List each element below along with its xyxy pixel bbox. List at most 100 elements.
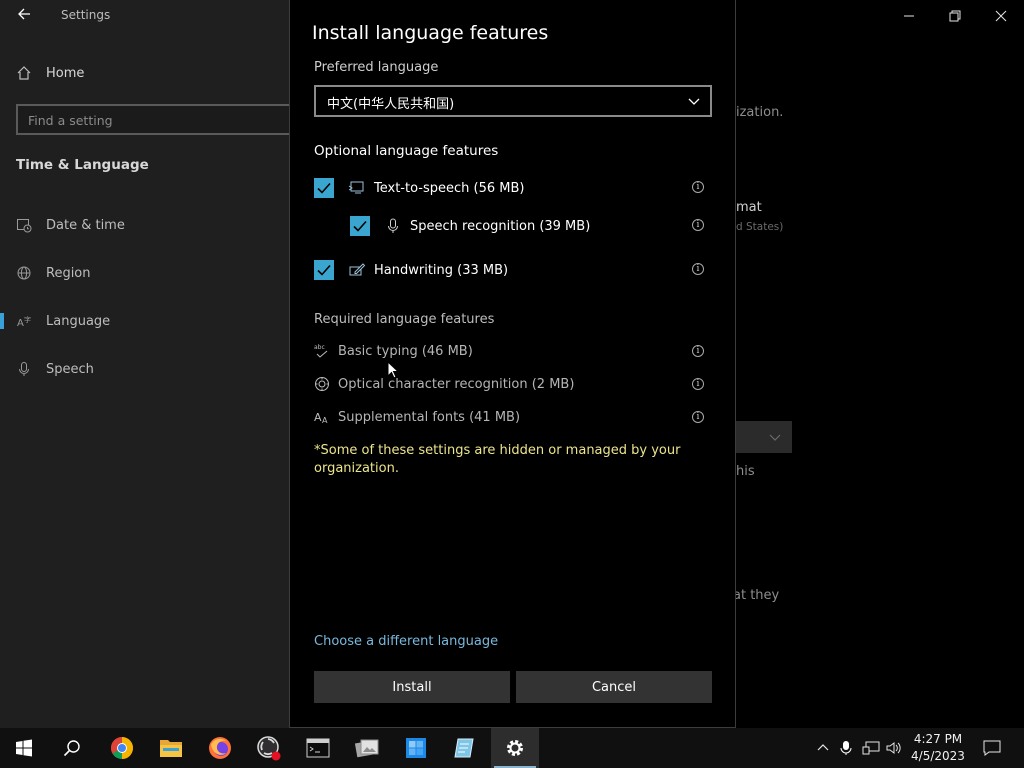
feature-label: Speech recognition (39 MB) [410, 218, 591, 234]
settings-sidebar: Settings Home Time & Language Date & tim… [0, 0, 306, 728]
search-icon [63, 740, 80, 757]
required-label: Optical character recognition (2 MB) [338, 376, 575, 392]
terminal-icon [306, 738, 330, 758]
handwriting-checkbox[interactable] [314, 260, 334, 280]
nav-date-time[interactable]: Date & time [0, 210, 289, 240]
nav-language[interactable]: A字 Language [0, 306, 289, 336]
calendar-clock-icon [16, 217, 32, 233]
notepad-icon [454, 738, 474, 758]
taskbar-notepad[interactable] [441, 728, 489, 768]
choose-different-language-link[interactable]: Choose a different language [314, 634, 498, 649]
ocr-icon [314, 376, 330, 392]
taskbar-file-explorer[interactable] [147, 728, 195, 768]
install-language-features-dialog: Install language features Preferred lang… [289, 0, 736, 728]
managed-settings-note: *Some of these settings are hidden or ma… [314, 443, 681, 476]
svg-text:字: 字 [24, 315, 31, 324]
network-icon [862, 741, 880, 755]
preferred-language-value: 中文(中华人民共和国) [327, 97, 455, 112]
chevron-down-icon [769, 434, 781, 441]
find-setting-input[interactable] [28, 111, 268, 129]
nav-speech[interactable]: Speech [0, 354, 289, 384]
bg-text-states: d States) [736, 221, 784, 233]
feature-label: Handwriting (33 MB) [374, 262, 509, 278]
microphone-icon [384, 217, 402, 235]
tray-volume[interactable] [884, 728, 904, 768]
language-icon: A字 [16, 313, 32, 329]
checkmark-icon [317, 264, 331, 276]
section-title: Time & Language [16, 157, 149, 173]
info-icon[interactable]: i [692, 181, 704, 193]
taskbar-image-viewer[interactable] [343, 728, 391, 768]
feature-handwriting: Handwriting (33 MB) [314, 258, 508, 282]
microphone-icon [16, 361, 32, 377]
restore-button[interactable] [932, 0, 978, 32]
preferred-language-select[interactable]: 中文(中华人民共和国) [314, 85, 712, 117]
cancel-button[interactable]: Cancel [516, 671, 712, 703]
required-label: Supplemental fonts (41 MB) [338, 409, 521, 425]
taskbar-search-button[interactable] [48, 728, 96, 768]
taskbar-obs[interactable] [245, 728, 293, 768]
taskbar-chrome[interactable] [98, 728, 146, 768]
window-title: Settings [61, 8, 111, 22]
settings-icon [507, 740, 523, 756]
find-setting-box[interactable] [16, 104, 306, 135]
minimize-button[interactable] [886, 0, 932, 32]
windows-store-icon [406, 738, 426, 758]
nav-label: Region [46, 265, 91, 281]
taskbar-clock[interactable]: 4:27 PM 4/5/2023 [906, 731, 970, 765]
nav-home[interactable]: Home [16, 62, 84, 84]
close-button[interactable] [978, 0, 1024, 32]
taskbar: 4:27 PM 4/5/2023 [0, 728, 1024, 768]
action-center-button[interactable] [978, 728, 1006, 768]
tray-network[interactable] [860, 728, 882, 768]
back-button[interactable] [12, 4, 36, 28]
taskbar-settings[interactable] [491, 728, 539, 768]
svg-text:A: A [17, 318, 24, 329]
nav-region[interactable]: Region [0, 258, 289, 288]
mouse-cursor-icon [387, 361, 399, 379]
chrome-icon [111, 737, 133, 759]
taskbar-firefox[interactable] [196, 728, 244, 768]
chevron-down-icon [688, 98, 700, 105]
bg-text-organization: ization. [736, 105, 784, 120]
tray-microphone[interactable] [836, 728, 856, 768]
optional-features-heading: Optional language features [314, 143, 499, 159]
info-icon[interactable]: i [692, 263, 704, 275]
start-icon [16, 739, 32, 757]
info-icon[interactable]: i [692, 378, 704, 390]
show-hidden-icons-button[interactable] [812, 728, 834, 768]
close-icon [995, 10, 1007, 22]
required-features-heading: Required language features [314, 312, 495, 327]
info-icon[interactable]: i [692, 411, 704, 423]
taskbar-terminal[interactable] [294, 728, 342, 768]
text-to-speech-checkbox[interactable] [314, 178, 334, 198]
preferred-language-label: Preferred language [314, 60, 439, 75]
checkmark-icon [353, 220, 367, 232]
feature-speech-recognition: Speech recognition (39 MB) [350, 214, 590, 238]
nav-label: Date & time [46, 217, 125, 233]
restore-icon [949, 10, 961, 22]
back-arrow-icon [18, 8, 30, 20]
dialog-title: Install language features [312, 22, 549, 44]
info-icon[interactable]: i [692, 219, 704, 231]
required-supplemental-fonts: AA Supplemental fonts (41 MB) [314, 407, 520, 427]
globe-icon [16, 265, 32, 281]
info-icon[interactable]: i [692, 345, 704, 357]
nav-label: Speech [46, 361, 94, 377]
feature-text-to-speech: Text-to-speech (56 MB) [314, 176, 524, 200]
start-button[interactable] [0, 728, 48, 768]
feature-label: Text-to-speech (56 MB) [374, 180, 525, 196]
bg-text-format: mat [736, 200, 762, 215]
speech-recognition-checkbox[interactable] [350, 216, 370, 236]
text-to-speech-icon [348, 179, 366, 197]
required-label: Basic typing (46 MB) [338, 343, 473, 359]
taskbar-windows-store[interactable] [392, 728, 440, 768]
svg-text:abc: abc [314, 344, 325, 351]
clock-date: 4/5/2023 [911, 749, 965, 763]
bg-text-they: at they [733, 588, 780, 603]
home-icon [17, 66, 31, 80]
bg-dropdown[interactable] [736, 421, 792, 453]
install-button[interactable]: Install [314, 671, 510, 703]
minimize-icon [904, 15, 914, 17]
image-viewer-icon [354, 739, 379, 758]
